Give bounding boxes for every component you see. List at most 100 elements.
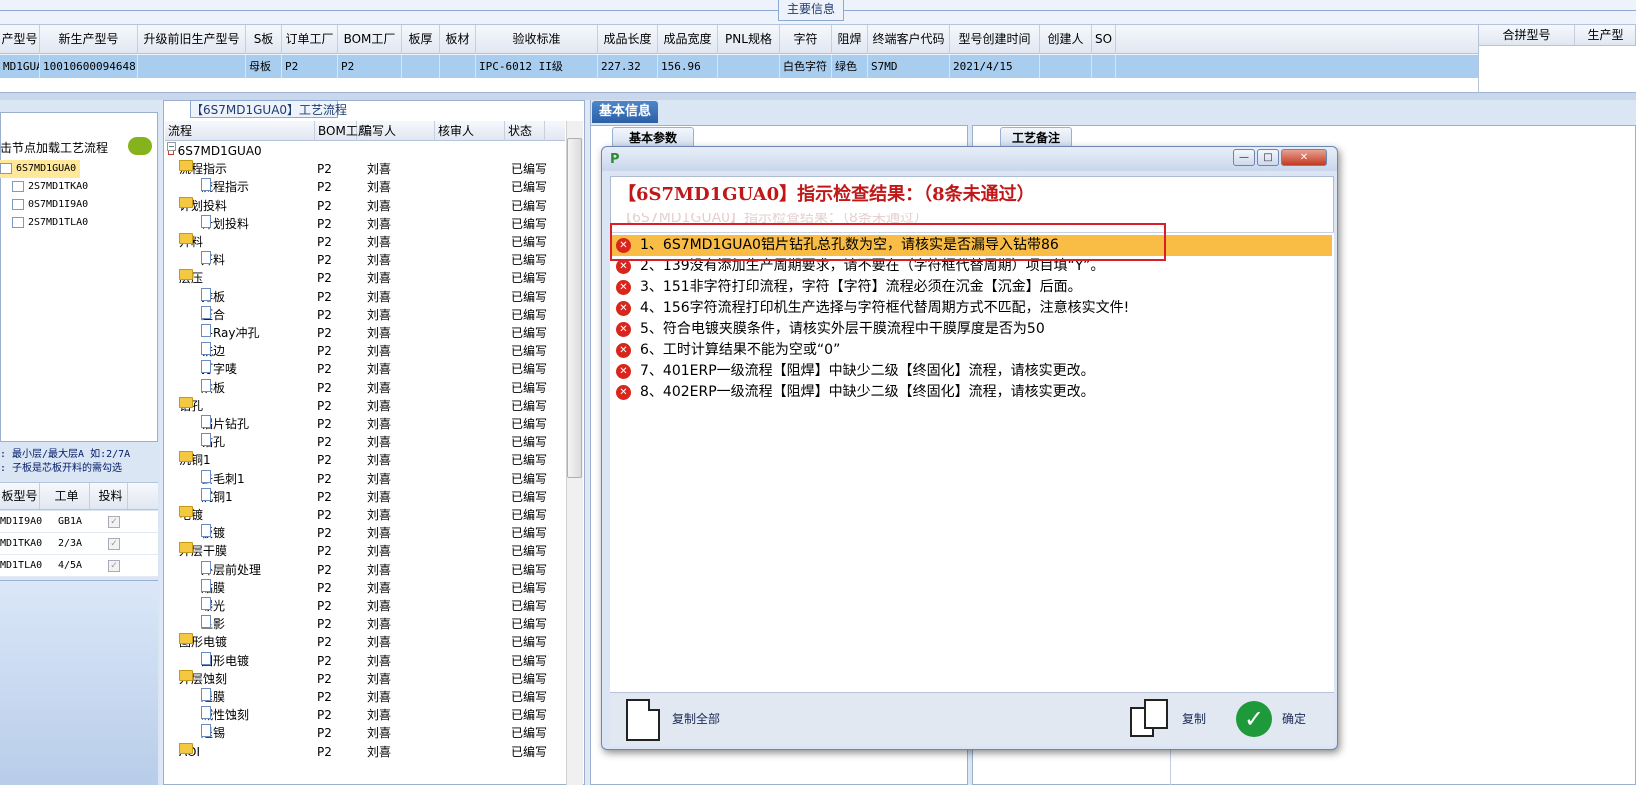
feed-checkbox[interactable]: ✓ <box>108 538 120 550</box>
grid-cell[interactable]: 母板 <box>246 55 282 78</box>
copy-button[interactable]: 复制 <box>1182 697 1206 741</box>
check-result-item[interactable]: ✕ 4、156字符流程打印机生产选择与字符框代替周期方式不匹配，注意核实文件! <box>610 298 1332 319</box>
process-row[interactable]: −AOI P2 刘喜 已编写 <box>165 742 565 762</box>
process-row[interactable]: −计划投料 P2 刘喜 已编写 <box>165 196 565 216</box>
process-row[interactable]: 铝片钻孔 P2 刘喜 已编写 <box>165 415 565 434</box>
process-row[interactable]: 板镀 P2 刘喜 已编写 <box>165 524 565 543</box>
grid-col-header[interactable]: SO <box>1092 25 1116 54</box>
close-button[interactable]: ✕ <box>1281 149 1327 166</box>
process-row[interactable]: 打字唛 P2 刘喜 已编写 <box>165 360 565 379</box>
grid-col-header[interactable]: 创建人 <box>1040 25 1092 54</box>
process-row[interactable]: 计划投料 P2 刘喜 已编写 <box>165 214 565 234</box>
process-row[interactable]: −开料 P2 刘喜 已编写 <box>165 233 565 252</box>
grid-cell[interactable] <box>402 55 440 78</box>
sub-col-header[interactable]: 工单 <box>44 483 90 509</box>
grid-col-header[interactable]: PNL规格 <box>718 25 780 54</box>
process-row[interactable]: 退膜 P2 刘喜 已编写 <box>165 688 565 707</box>
process-root-row[interactable]: − ⌂ 6S7MD1GUA0 <box>165 142 565 161</box>
process-row[interactable]: 外层前处理 P2 刘喜 已编写 <box>165 560 565 580</box>
tree-node[interactable]: 2S7MD1TLA0 <box>12 214 88 232</box>
process-row[interactable]: 去毛刺1 P2 刘喜 已编写 <box>165 469 565 489</box>
process-row[interactable]: −电镀 P2 刘喜 已编写 <box>165 506 565 525</box>
process-row[interactable]: −层压 P2 刘喜 已编写 <box>165 269 565 288</box>
process-col-header[interactable]: 编写人 <box>357 121 435 141</box>
grid-cell[interactable]: P2 <box>282 55 338 78</box>
grid-cell[interactable] <box>440 55 476 78</box>
grid-col-header[interactable]: 新生产型号 <box>40 25 138 54</box>
grid-col-header[interactable]: 阻焊 <box>832 25 868 54</box>
process-col-header[interactable]: 状态 <box>505 121 545 141</box>
maximize-button[interactable]: □ <box>1257 149 1279 166</box>
feed-checkbox[interactable]: ✓ <box>108 516 120 528</box>
grid-col-header[interactable]: 型号创建时间 <box>950 25 1040 54</box>
tree-node[interactable]: 0S7MD1I9A0 <box>12 196 88 214</box>
process-row[interactable]: 碱性蚀刻 P2 刘喜 已编写 <box>165 706 565 725</box>
process-row[interactable]: 退锡 P2 刘喜 已编写 <box>165 724 565 743</box>
horizontal-splitter[interactable] <box>0 92 1636 100</box>
process-col-header[interactable]: 核审人 <box>435 121 505 141</box>
process-row[interactable]: −沉铜1 P2 刘喜 已编写 <box>165 451 565 470</box>
check-result-item[interactable]: ✕ 8、402ERP一级流程【阻焊】中缺少二级【终固化】流程，请核实更改。 <box>610 382 1332 403</box>
grid-col-header[interactable]: 成品宽度 <box>658 25 718 54</box>
process-row[interactable]: 钻孔 P2 刘喜 已编写 <box>165 433 565 452</box>
checkmark-icon[interactable]: ✓ <box>1236 701 1272 737</box>
sub-col-header[interactable]: 投料 <box>94 483 128 509</box>
grid-cell[interactable]: S7MD <box>868 55 950 78</box>
tab-basic-params[interactable]: 基本参数 <box>612 127 694 147</box>
process-row[interactable]: 沉铜1 P2 刘喜 已编写 <box>165 487 565 507</box>
grid-col-header[interactable]: 字符 <box>780 25 832 54</box>
sub-board-row[interactable]: MD1TKA0 2/3A ✓ <box>0 533 158 555</box>
grid-cell[interactable]: 白色字符 <box>780 55 832 78</box>
main-grid-row[interactable]: MD1GUA010010600094648母板P2P2IPC-6012 II级2… <box>0 55 1478 78</box>
tree-node[interactable]: 2S7MD1TKA0 <box>12 178 88 196</box>
grid-cell[interactable] <box>138 55 246 78</box>
grid-cell[interactable]: 10010600094648 <box>40 55 138 78</box>
process-row[interactable]: 流程指示 P2 刘喜 已编写 <box>165 178 565 197</box>
process-row[interactable]: −图形电镀 P2 刘喜 已编写 <box>165 633 565 652</box>
grid-cell[interactable] <box>718 55 780 78</box>
process-row[interactable]: −外层蚀刻 P2 刘喜 已编写 <box>165 669 565 689</box>
feed-checkbox[interactable]: ✓ <box>108 560 120 572</box>
grid-cell[interactable]: 156.96 <box>658 55 718 78</box>
grid-col-header[interactable]: 订单工厂 <box>282 25 338 54</box>
process-col-header[interactable]: BOM工厂 <box>315 121 370 141</box>
sub-board-row[interactable]: MD1TLA0 4/5A ✓ <box>0 555 158 577</box>
check-result-item[interactable]: ✕ 3、151非字符打印流程，字符【字符】流程必须在沉金【沉金】后面。 <box>610 277 1332 298</box>
process-row[interactable]: 显影 P2 刘喜 已编写 <box>165 615 565 634</box>
tree-node[interactable]: 6S7MD1GUA0 <box>0 160 80 178</box>
process-row[interactable]: 烘板 P2 刘喜 已编写 <box>165 378 565 398</box>
sub-board-row[interactable]: MD1I9A0 GB1A ✓ <box>0 511 158 533</box>
grid-cell[interactable]: P2 <box>338 55 402 78</box>
merge-col-header[interactable]: 生产型 <box>1575 25 1636 45</box>
process-col-header[interactable]: 流程 <box>165 121 315 141</box>
document-icon[interactable] <box>626 699 660 741</box>
process-row[interactable]: X-Ray冲孔 P2 刘喜 已编写 <box>165 324 565 343</box>
grid-col-header[interactable]: 板材 <box>440 25 476 54</box>
process-row[interactable]: 铣边 P2 刘喜 已编写 <box>165 342 565 361</box>
grid-col-header[interactable]: BOM工厂 <box>338 25 402 54</box>
copy-all-button[interactable]: 复制全部 <box>672 697 720 741</box>
grid-cell[interactable]: 绿色 <box>832 55 868 78</box>
process-row[interactable]: 开料 P2 刘喜 已编写 <box>165 251 565 270</box>
grid-col-header[interactable]: 产型号 <box>0 25 40 54</box>
process-row[interactable]: 曝光 P2 刘喜 已编写 <box>165 597 565 616</box>
grid-cell[interactable]: 2021/4/15 <box>950 55 1040 78</box>
collapse-icon[interactable]: − <box>167 142 176 151</box>
check-result-item[interactable]: ✕ 7、401ERP一级流程【阻焊】中缺少二级【终固化】流程，请核实更改。 <box>610 361 1332 382</box>
process-row[interactable]: 贴膜 P2 刘喜 已编写 <box>165 578 565 598</box>
node-checkbox[interactable] <box>12 198 24 210</box>
node-checkbox[interactable] <box>0 162 12 174</box>
process-row[interactable]: 压合 P2 刘喜 已编写 <box>165 305 565 325</box>
minimize-button[interactable]: — <box>1233 149 1255 166</box>
grid-col-header[interactable]: S板 <box>246 25 282 54</box>
process-row[interactable]: 图形电镀 P2 刘喜 已编写 <box>165 651 565 671</box>
tab-basic-info[interactable]: 基本信息 <box>592 101 658 123</box>
grid-col-header[interactable]: 板厚 <box>402 25 440 54</box>
merge-col-header[interactable]: 合拼型号 <box>1479 25 1575 45</box>
grid-cell[interactable]: 227.32 <box>598 55 658 78</box>
tab-process-notes[interactable]: 工艺备注 <box>1000 127 1072 147</box>
check-result-item[interactable]: ✕ 6、工时计算结果不能为空或“0” <box>610 340 1332 361</box>
ok-button[interactable]: 确定 <box>1282 697 1306 741</box>
check-result-item[interactable]: ✕ 5、符合电镀夹膜条件，请核实外层干膜流程中干膜厚度是否为50 <box>610 319 1332 340</box>
grid-cell[interactable] <box>1040 55 1092 78</box>
